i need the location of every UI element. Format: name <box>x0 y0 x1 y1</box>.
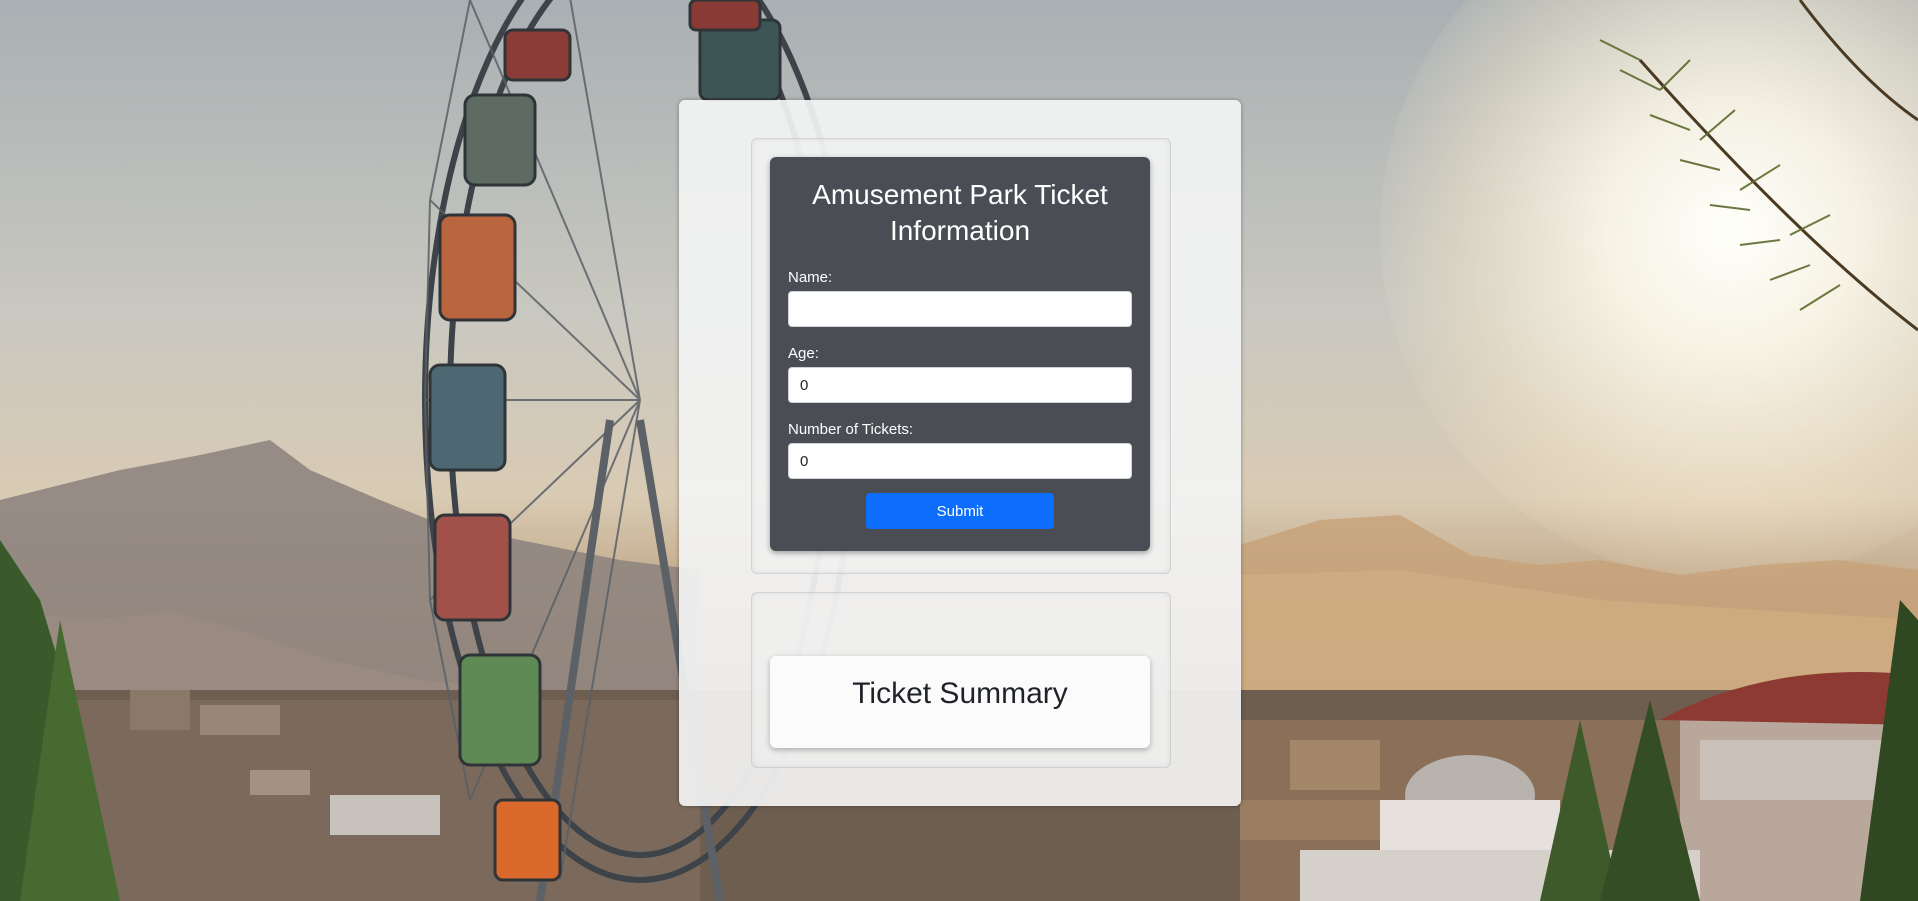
ticket-form: Amusement Park Ticket Information Name: … <box>770 157 1150 551</box>
submit-button[interactable]: Submit <box>866 493 1054 529</box>
name-label: Name: <box>788 269 833 286</box>
ticket-summary: Ticket Summary <box>770 656 1150 748</box>
main-card: Amusement Park Ticket Information Name: … <box>679 100 1241 806</box>
summary-title: Ticket Summary <box>852 677 1068 710</box>
tickets-input[interactable] <box>788 443 1132 479</box>
name-input[interactable] <box>788 291 1132 327</box>
page-background: Amusement Park Ticket Information Name: … <box>0 0 1918 901</box>
submit-row: Submit <box>788 493 1132 529</box>
tickets-label: Number of Tickets: <box>788 421 914 438</box>
age-label: Age: <box>788 345 819 362</box>
age-input[interactable] <box>788 367 1132 403</box>
form-title: Amusement Park Ticket Information <box>812 179 1108 246</box>
summary-panel: Ticket Summary <box>751 592 1171 768</box>
form-panel: Amusement Park Ticket Information Name: … <box>751 138 1171 574</box>
